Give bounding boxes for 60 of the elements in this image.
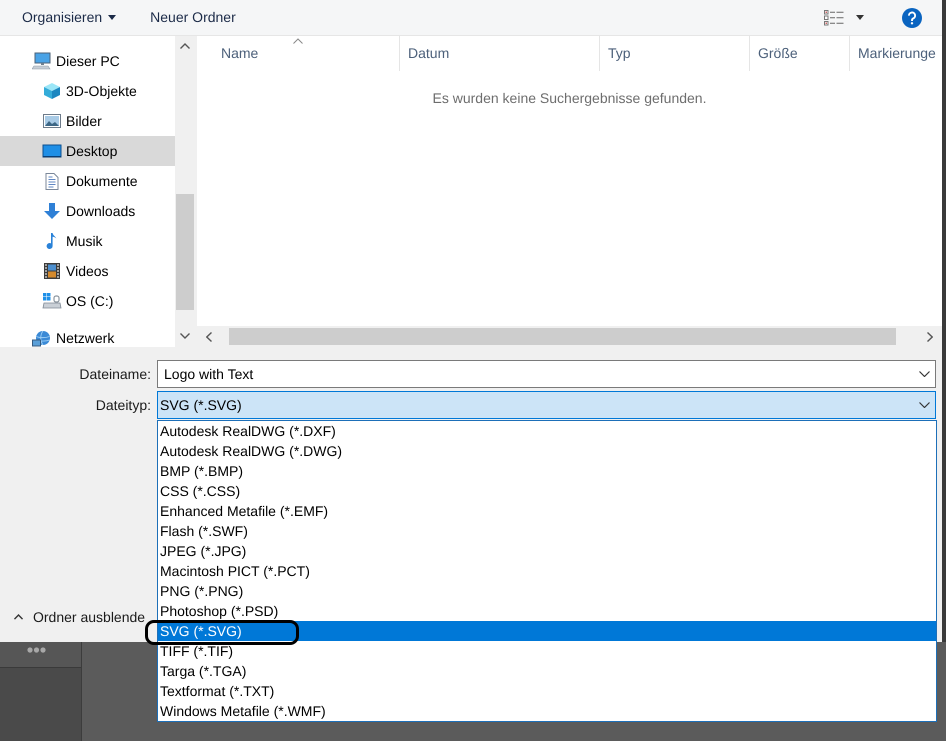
file-name-field[interactable]: Logo with Text	[157, 360, 936, 388]
sidebar-item[interactable]: Dieser PC	[0, 46, 175, 76]
dropdown-option[interactable]: Textformat (*.TXT)	[158, 681, 936, 701]
dropdown-option[interactable]: Autodesk RealDWG (*.DWG)	[158, 441, 936, 461]
cube-icon	[42, 82, 62, 100]
globe-icon	[32, 330, 52, 347]
dropdown-option[interactable]: Flash (*.SWF)	[158, 521, 936, 541]
scrollbar-thumb[interactable]	[229, 328, 896, 345]
drive-icon	[42, 292, 62, 310]
help-icon[interactable]	[902, 8, 922, 28]
sidebar-item[interactable]: Netzwerk	[0, 326, 175, 347]
file-type-dropdown[interactable]: SVG (*.SVG)	[157, 391, 936, 419]
download-arrow-icon	[42, 202, 62, 220]
dropdown-option[interactable]: Targa (*.TGA)	[158, 661, 936, 681]
column-header[interactable]: Typ	[599, 36, 749, 71]
dropdown-option[interactable]: Windows Metafile (*.WMF)	[158, 701, 936, 721]
dropdown-option[interactable]: Macintosh PICT (*.PCT)	[158, 561, 936, 581]
chevron-up-icon	[13, 614, 24, 620]
dropdown-option[interactable]: Enhanced Metafile (*.EMF)	[158, 501, 936, 521]
scroll-down-icon[interactable]	[180, 333, 190, 339]
hide-folders-button[interactable]: Ordner ausblende	[13, 609, 146, 625]
sidebar-item[interactable]: 3D-Objekte	[0, 76, 175, 106]
horizontal-scrollbar-track[interactable]	[197, 326, 942, 347]
caret-icon	[108, 15, 116, 20]
scroll-right-icon[interactable]	[927, 332, 933, 342]
dropdown-option[interactable]: CSS (*.CSS)	[158, 481, 936, 501]
new-folder-button[interactable]: Neuer Ordner	[140, 4, 246, 32]
chevron-down-icon	[919, 402, 930, 408]
column-header[interactable]: Name	[197, 36, 399, 71]
scrollbar-thumb[interactable]	[176, 194, 194, 310]
menu-button[interactable]: Organisieren	[12, 4, 126, 32]
dropdown-option[interactable]: PNG (*.PNG)	[158, 581, 936, 601]
dropdown-option[interactable]: JPEG (*.JPG)	[158, 541, 936, 561]
dropdown-option[interactable]: SVG (*.SVG)	[158, 621, 936, 641]
sidebar-item[interactable]: OS (C:)	[0, 286, 175, 316]
sidebar-item[interactable]: Musik	[0, 226, 175, 256]
dropdown-option[interactable]: Photoshop (*.PSD)	[158, 601, 936, 621]
column-header[interactable]: Größe	[749, 36, 849, 71]
dropdown-option[interactable]: Autodesk RealDWG (*.DXF)	[158, 421, 936, 441]
scroll-up-icon[interactable]	[180, 43, 190, 49]
field-label: Dateiname:	[79, 364, 151, 384]
sidebar-item[interactable]: Videos	[0, 256, 175, 286]
sidebar-item[interactable]: Desktop	[0, 136, 175, 166]
sidebar-item[interactable]: Dokumente	[0, 166, 175, 196]
more-dots-icon[interactable]	[27, 647, 46, 653]
empty-message: Es wurden keine Suchergebnisse gefunden.	[432, 90, 706, 106]
monitor-icon	[42, 142, 62, 160]
scroll-left-icon[interactable]	[206, 332, 212, 342]
dropdown-option[interactable]: BMP (*.BMP)	[158, 461, 936, 481]
details-view-icon[interactable]	[824, 10, 844, 26]
sidebar-item[interactable]: Downloads	[0, 196, 175, 226]
caret-icon[interactable]	[856, 15, 864, 20]
computer-icon	[32, 52, 52, 70]
field-label: Dateityp:	[96, 396, 151, 415]
sidebar-item[interactable]: Bilder	[0, 106, 175, 136]
dropdown-option[interactable]: TIFF (*.TIF)	[158, 641, 936, 661]
film-strip-icon	[42, 262, 62, 280]
column-header[interactable]: Datum	[399, 36, 599, 71]
picture-icon	[42, 112, 62, 130]
chevron-down-icon	[919, 371, 930, 377]
